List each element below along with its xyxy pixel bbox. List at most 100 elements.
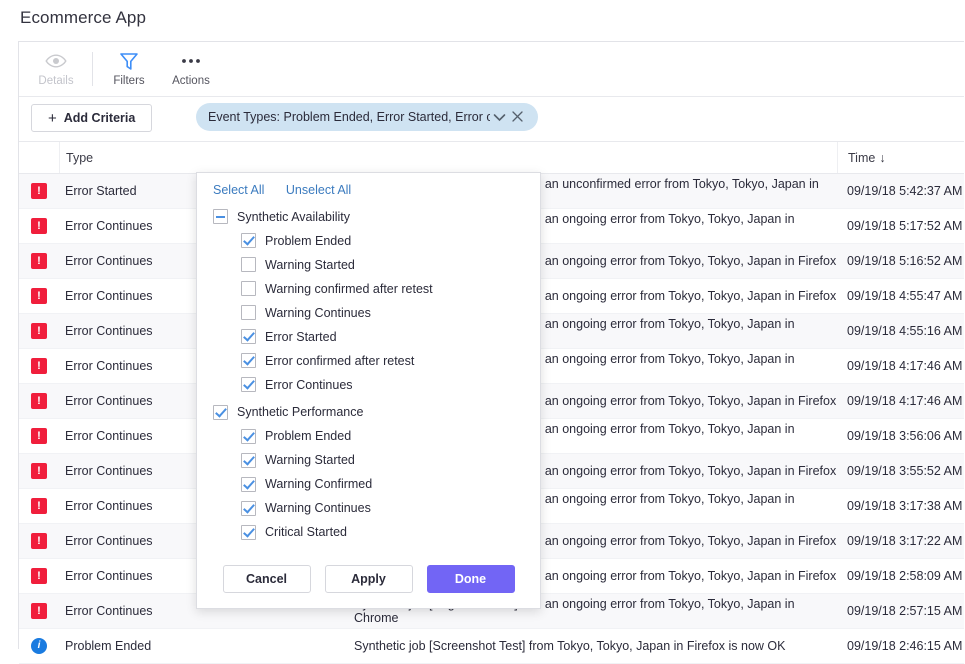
severity-cell: !: [19, 603, 59, 619]
toolbar-item-filters-label: Filters: [98, 75, 160, 87]
close-icon[interactable]: [508, 110, 526, 125]
dropdown-option[interactable]: Critical Started: [213, 523, 540, 543]
sort-descending-icon: ↓: [879, 151, 885, 165]
dropdown-option-label: Warning confirmed after retest: [265, 282, 433, 296]
error-icon: !: [31, 498, 47, 514]
add-criteria-button[interactable]: + Add Criteria: [31, 104, 152, 132]
toolbar-item-details-label: Details: [25, 75, 87, 87]
dropdown-option[interactable]: Synthetic Availability: [213, 207, 540, 227]
select-all-link[interactable]: Select All: [213, 183, 264, 197]
chevron-down-icon[interactable]: [490, 110, 508, 125]
dropdown-footer: Cancel Apply Done: [197, 549, 540, 608]
dropdown-option[interactable]: Warning Continues: [213, 499, 540, 519]
checkbox-unchecked[interactable]: [241, 281, 256, 296]
dropdown-option[interactable]: Warning Confirmed: [213, 475, 540, 495]
dropdown-option[interactable]: Error Started: [213, 327, 540, 347]
cell-time: 09/19/18 5:42:37 AM: [837, 184, 964, 198]
cell-time: 09/19/18 3:56:06 AM: [837, 429, 964, 443]
severity-cell: !: [19, 288, 59, 304]
checkbox-unchecked[interactable]: [241, 305, 256, 320]
column-header-time[interactable]: Time ↓: [837, 142, 964, 173]
checkbox-checked[interactable]: [241, 477, 256, 492]
dropdown-option-list[interactable]: Synthetic Availability Problem Ended Warni…: [197, 207, 540, 549]
done-button[interactable]: Done: [427, 565, 515, 593]
dropdown-option-label: Synthetic Availability: [237, 210, 350, 224]
checkbox-checked[interactable]: [241, 233, 256, 248]
dropdown-option-label: Warning Started: [265, 453, 355, 467]
cell-time: 09/19/18 3:17:38 AM: [837, 499, 964, 513]
severity-cell: !: [19, 498, 59, 514]
dropdown-option[interactable]: Warning Started: [213, 451, 540, 471]
dropdown-option-label: Error confirmed after retest: [265, 354, 414, 368]
error-icon: !: [31, 253, 47, 269]
cell-time: 09/19/18 2:46:15 AM: [837, 639, 964, 653]
checkbox-checked[interactable]: [213, 405, 228, 420]
checkbox-unchecked[interactable]: [241, 257, 256, 272]
severity-cell: !: [19, 463, 59, 479]
cell-time: 09/19/18 2:57:15 AM: [837, 604, 964, 618]
checkbox-indeterminate[interactable]: [213, 209, 228, 224]
cell-time: 09/19/18 5:16:52 AM: [837, 254, 964, 268]
severity-cell: !: [19, 568, 59, 584]
dropdown-option[interactable]: Warning Started: [213, 255, 540, 275]
checkbox-checked[interactable]: [241, 453, 256, 468]
cell-time: 09/19/18 5:17:52 AM: [837, 219, 964, 233]
severity-cell: !: [19, 253, 59, 269]
dropdown-option[interactable]: Error Continues: [213, 375, 540, 395]
toolbar-item-actions-label: Actions: [160, 75, 222, 87]
checkbox-checked[interactable]: [241, 353, 256, 368]
dropdown-option-label: Warning Continues: [265, 306, 371, 320]
add-criteria-label: Add Criteria: [64, 111, 136, 125]
checkbox-checked[interactable]: [241, 501, 256, 516]
cell-time: 09/19/18 4:55:47 AM: [837, 289, 964, 303]
dropdown-option-label: Warning Started: [265, 258, 355, 272]
cell-time: 09/19/18 4:17:46 AM: [837, 394, 964, 408]
apply-button[interactable]: Apply: [325, 565, 413, 593]
dropdown-option-label: Critical Started: [265, 525, 347, 539]
dropdown-option[interactable]: Problem Ended: [213, 427, 540, 447]
events-card: Details Filters Actions +: [18, 41, 964, 649]
table-header-row: Type Time ↓: [19, 142, 964, 174]
dropdown-option-label: Synthetic Performance: [237, 405, 363, 419]
dropdown-bulk-links: Select All Unselect All: [197, 173, 540, 201]
error-icon: !: [31, 288, 47, 304]
column-header-type[interactable]: Type: [59, 142, 354, 173]
dropdown-option-label: Warning Continues: [265, 501, 371, 515]
dropdown-option[interactable]: Error confirmed after retest: [213, 351, 540, 371]
dropdown-option-label: Warning Confirmed: [265, 477, 372, 491]
severity-cell: !: [19, 393, 59, 409]
toolbar-item-actions[interactable]: Actions: [160, 42, 222, 87]
error-icon: !: [31, 533, 47, 549]
checkbox-checked[interactable]: [241, 429, 256, 444]
ellipsis-icon: [160, 50, 222, 72]
toolbar-item-filters[interactable]: Filters: [98, 42, 160, 87]
toolbar-item-details[interactable]: Details: [25, 42, 87, 87]
cell-time: 09/19/18 4:17:46 AM: [837, 359, 964, 373]
unselect-all-link[interactable]: Unselect All: [286, 183, 351, 197]
checkbox-checked[interactable]: [241, 377, 256, 392]
cell-time: 09/19/18 4:55:16 AM: [837, 324, 964, 338]
checkbox-checked[interactable]: [241, 329, 256, 344]
dropdown-option[interactable]: Warning confirmed after retest: [213, 279, 540, 299]
cell-time: 09/19/18 3:55:52 AM: [837, 464, 964, 478]
cancel-button[interactable]: Cancel: [223, 565, 311, 593]
table-row[interactable]: iProblem EndedSynthetic job [Screenshot …: [19, 629, 964, 664]
funnel-icon: [98, 50, 160, 72]
error-icon: !: [31, 393, 47, 409]
dropdown-option[interactable]: Warning Continues: [213, 303, 540, 323]
error-icon: !: [31, 428, 47, 444]
dropdown-option-label: Error Started: [265, 330, 337, 344]
checkbox-checked[interactable]: [241, 525, 256, 540]
cell-time: 09/19/18 3:17:22 AM: [837, 534, 964, 548]
error-icon: !: [31, 183, 47, 199]
plus-icon: +: [48, 111, 57, 126]
error-icon: !: [31, 323, 47, 339]
dropdown-option[interactable]: Synthetic Performance: [213, 403, 540, 423]
filter-chip-label: Event Types: Problem Ended, Error Starte…: [208, 110, 490, 124]
dropdown-option[interactable]: Problem Ended: [213, 231, 540, 251]
severity-cell: !: [19, 533, 59, 549]
eye-icon: [25, 50, 87, 72]
severity-cell: !: [19, 323, 59, 339]
filter-chip-event-types[interactable]: Event Types: Problem Ended, Error Starte…: [196, 103, 538, 131]
column-header-time-label: Time: [848, 151, 875, 165]
